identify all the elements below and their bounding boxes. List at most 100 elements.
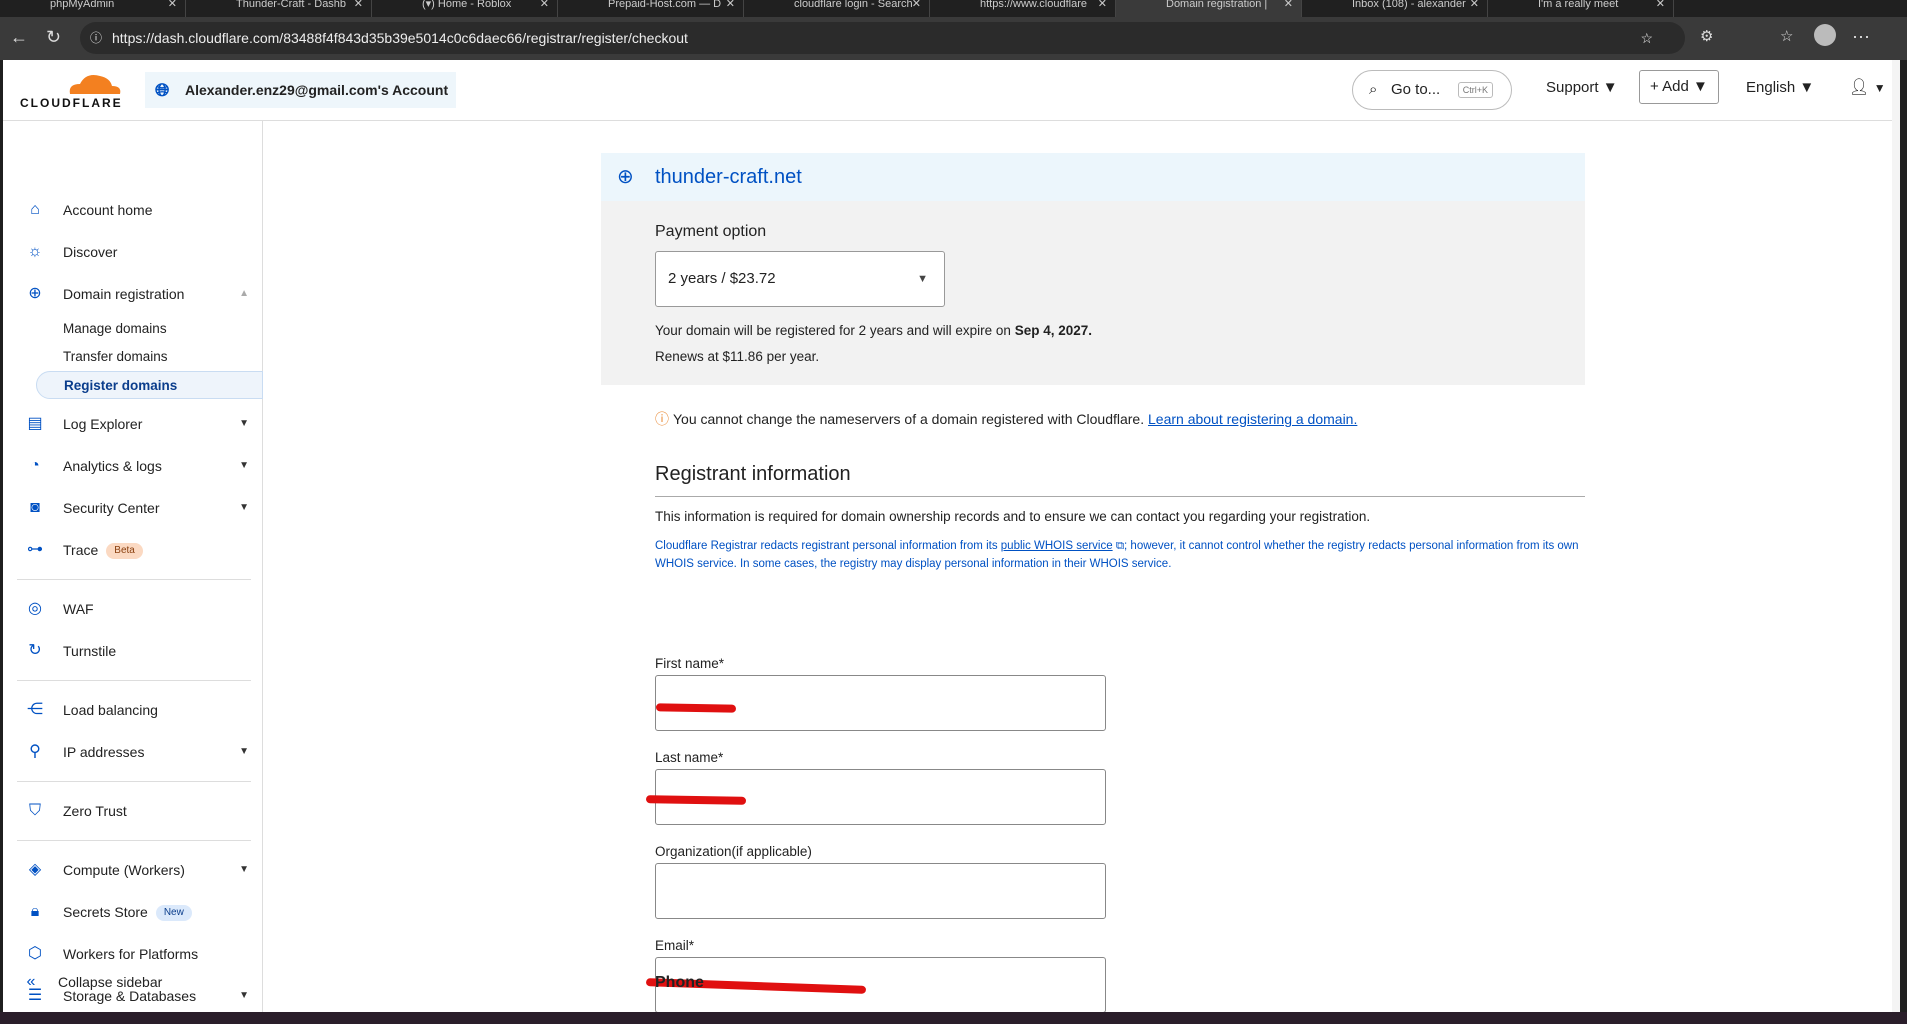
payment-label: Payment option [655, 223, 767, 240]
sidebar-item-discover[interactable]: ☼ Discover [3, 237, 263, 267]
phone-heading: Phone [655, 974, 704, 991]
shortcut-hint: Ctrl+K [1457, 82, 1493, 98]
more-icon[interactable]: ⋯ [1852, 27, 1870, 48]
sidebar-sub-register-domains[interactable]: Register domains [36, 371, 263, 399]
sidebar-label: Secrets Store [63, 904, 148, 920]
back-icon[interactable]: ← [10, 27, 28, 48]
tab-title: I'm a really meet [1538, 0, 1619, 10]
sidebar-label: Trace [63, 542, 99, 558]
account-switcher[interactable]: 🌐︎ Alexander.enz29@gmail.com's Account [145, 72, 457, 108]
url-input[interactable]: ⓘ https://dash.cloudflare.com/83488f4f843… [80, 22, 1685, 54]
support-menu[interactable]: Support ▼ [1546, 70, 1618, 106]
close-icon[interactable]: ✕ [1284, 0, 1293, 10]
caret-down-icon: ▼ [1602, 79, 1618, 96]
divider [17, 680, 251, 681]
sidebar-item-security-center[interactable]: ◙ Security Center ▼ [3, 493, 263, 523]
browser-tab-active[interactable]: Domain registration | ✕ [1116, 0, 1302, 17]
sidebar-item-compute-workers[interactable]: ◈ Compute (Workers) ▼ [3, 855, 263, 885]
site-info-icon[interactable]: ⓘ [90, 22, 102, 54]
whois-link[interactable]: public WHOIS service [1001, 540, 1113, 552]
browser-tab[interactable]: Inbox (108) - alexander ✕ [1302, 0, 1488, 17]
caret-down-icon: ▼ [917, 273, 928, 285]
cloud-icon [69, 75, 121, 94]
sidebar-item-workers-for-platforms[interactable]: ⬡ Workers for Platforms [3, 939, 263, 969]
sidebar-item-waf[interactable]: ◎ WAF [3, 594, 263, 624]
close-icon[interactable]: ✕ [912, 0, 921, 10]
tab-title: cloudflare login - Search [794, 0, 913, 10]
address-bar-area: ← ↻ ⓘ https://dash.cloudflare.com/83488f4… [0, 17, 1907, 60]
document-icon: ▤ [27, 415, 43, 432]
beta-badge: Beta [106, 543, 143, 560]
sidebar-label: Security Center [63, 500, 160, 516]
sidebar-item-load-balancing[interactable]: ⋲ Load balancing [3, 695, 263, 725]
caret-down-icon: ▼ [239, 864, 249, 875]
favorite-icon[interactable]: ☆ [1640, 22, 1669, 54]
close-icon[interactable]: ✕ [354, 0, 363, 10]
browser-tab[interactable]: https://www.cloudflare ✕ [930, 0, 1116, 17]
url-text: https://dash.cloudflare.com/83488f4f843d… [112, 30, 688, 46]
language-menu[interactable]: English ▼ [1746, 70, 1814, 106]
close-icon[interactable]: ✕ [540, 0, 549, 10]
chevron-up-icon: ▲ [239, 288, 249, 299]
caret-down-icon: ▼ [239, 418, 249, 429]
first-name-input[interactable] [655, 675, 1106, 731]
tab-title: Inbox (108) - alexander [1352, 0, 1466, 10]
refresh-icon[interactable]: ↻ [46, 27, 61, 48]
info-text: This information is required for domain … [655, 509, 1371, 524]
close-icon[interactable]: ✕ [1098, 0, 1107, 10]
sidebar-item-zero-trust[interactable]: ⛉ Zero Trust [3, 796, 263, 826]
search-icon: ⌕ [1369, 81, 1378, 98]
sidebar-item-ip-addresses[interactable]: ⚲ IP addresses ▼ [3, 737, 263, 767]
close-icon[interactable]: ✕ [726, 0, 735, 10]
caret-down-icon: ▼ [1692, 78, 1708, 95]
sidebar-label: Turnstile [63, 643, 117, 659]
close-icon[interactable]: ✕ [1656, 0, 1665, 10]
sidebar-sub-manage-domains[interactable]: Manage domains [63, 315, 167, 343]
sidebar-sub-transfer-domains[interactable]: Transfer domains [63, 343, 168, 371]
browser-tab[interactable]: I'm a really meet ✕ [1488, 0, 1674, 17]
close-icon[interactable]: ✕ [168, 0, 177, 10]
sidebar-item-trace[interactable]: ⊶ Trace Beta [3, 535, 263, 565]
sidebar-item-domain-registration[interactable]: ⊕ Domain registration ▲ [3, 279, 263, 309]
logo-text: CLOUDFLARE [20, 96, 123, 110]
cloudflare-logo[interactable]: CLOUDFLARE [20, 70, 130, 110]
first-name-label: First name* [655, 656, 725, 671]
browser-tab[interactable]: phpMyAdmin ✕ [0, 0, 186, 17]
payment-option-select[interactable]: 2 years / $23.72 ▼ [655, 251, 945, 307]
sidebar-item-turnstile[interactable]: ↻ Turnstile [3, 636, 263, 666]
sidebar-item-analytics[interactable]: ◔ Analytics & logs ▼ [3, 451, 263, 481]
caret-down-icon: ▼ [239, 746, 249, 757]
scrollbar[interactable] [1892, 60, 1900, 1012]
browser-tab[interactable]: (▾) Home - Roblox ✕ [372, 0, 558, 17]
browser-tab[interactable]: cloudflare login - Search ✕ [744, 0, 930, 17]
domain-banner: ⊕ thunder-craft.net [601, 153, 1585, 201]
divider [17, 840, 251, 841]
goto-search[interactable]: ⌕ Go to... Ctrl+K [1352, 70, 1512, 110]
organization-input[interactable] [655, 863, 1106, 919]
renewal-text: Renews at $11.86 per year. [655, 349, 820, 364]
profile-avatar[interactable] [1814, 24, 1836, 46]
sidebar-label: Domain registration [63, 286, 185, 302]
close-icon[interactable]: ✕ [1470, 0, 1479, 10]
support-label: Support [1546, 79, 1599, 96]
waf-icon: ◎ [28, 600, 42, 617]
sidebar-item-account-home[interactable]: ⌂ Account home [3, 195, 263, 225]
favorites-icon[interactable]: ☆ [1780, 27, 1793, 45]
learn-registering-link[interactable]: Learn about registering a domain. [1148, 411, 1357, 427]
globe-icon: ⊕ [28, 285, 42, 302]
collapse-sidebar-button[interactable]: « Collapse sidebar [3, 967, 263, 997]
browser-tab[interactable]: Prepaid-Host.com — D ✕ [558, 0, 744, 17]
add-button[interactable]: + Add ▼ [1639, 70, 1719, 104]
browser-tab[interactable]: Thunder-Craft - Dashb ✕ [186, 0, 372, 17]
sidebar-item-log-explorer[interactable]: ▤ Log Explorer ▼ [3, 409, 263, 439]
user-menu[interactable]: 👤︎ ▼ [1849, 70, 1886, 106]
sidebar-label: Discover [63, 244, 118, 260]
extensions-icon[interactable]: ⚙ [1700, 27, 1713, 45]
email-input[interactable] [645, 957, 1106, 1012]
cube-icon: ⬡ [28, 945, 42, 962]
sidebar-item-secrets-store[interactable]: 🔒︎ Secrets Store New [3, 897, 263, 927]
last-name-input[interactable] [645, 769, 1106, 825]
sidebar: ⌂ Account home ☼ Discover ⊕ Domain registra… [3, 121, 263, 1012]
caret-down-icon: ▼ [239, 502, 249, 513]
main-content: ⊕ thunder-craft.net Payment option 2 year… [264, 121, 1900, 1012]
